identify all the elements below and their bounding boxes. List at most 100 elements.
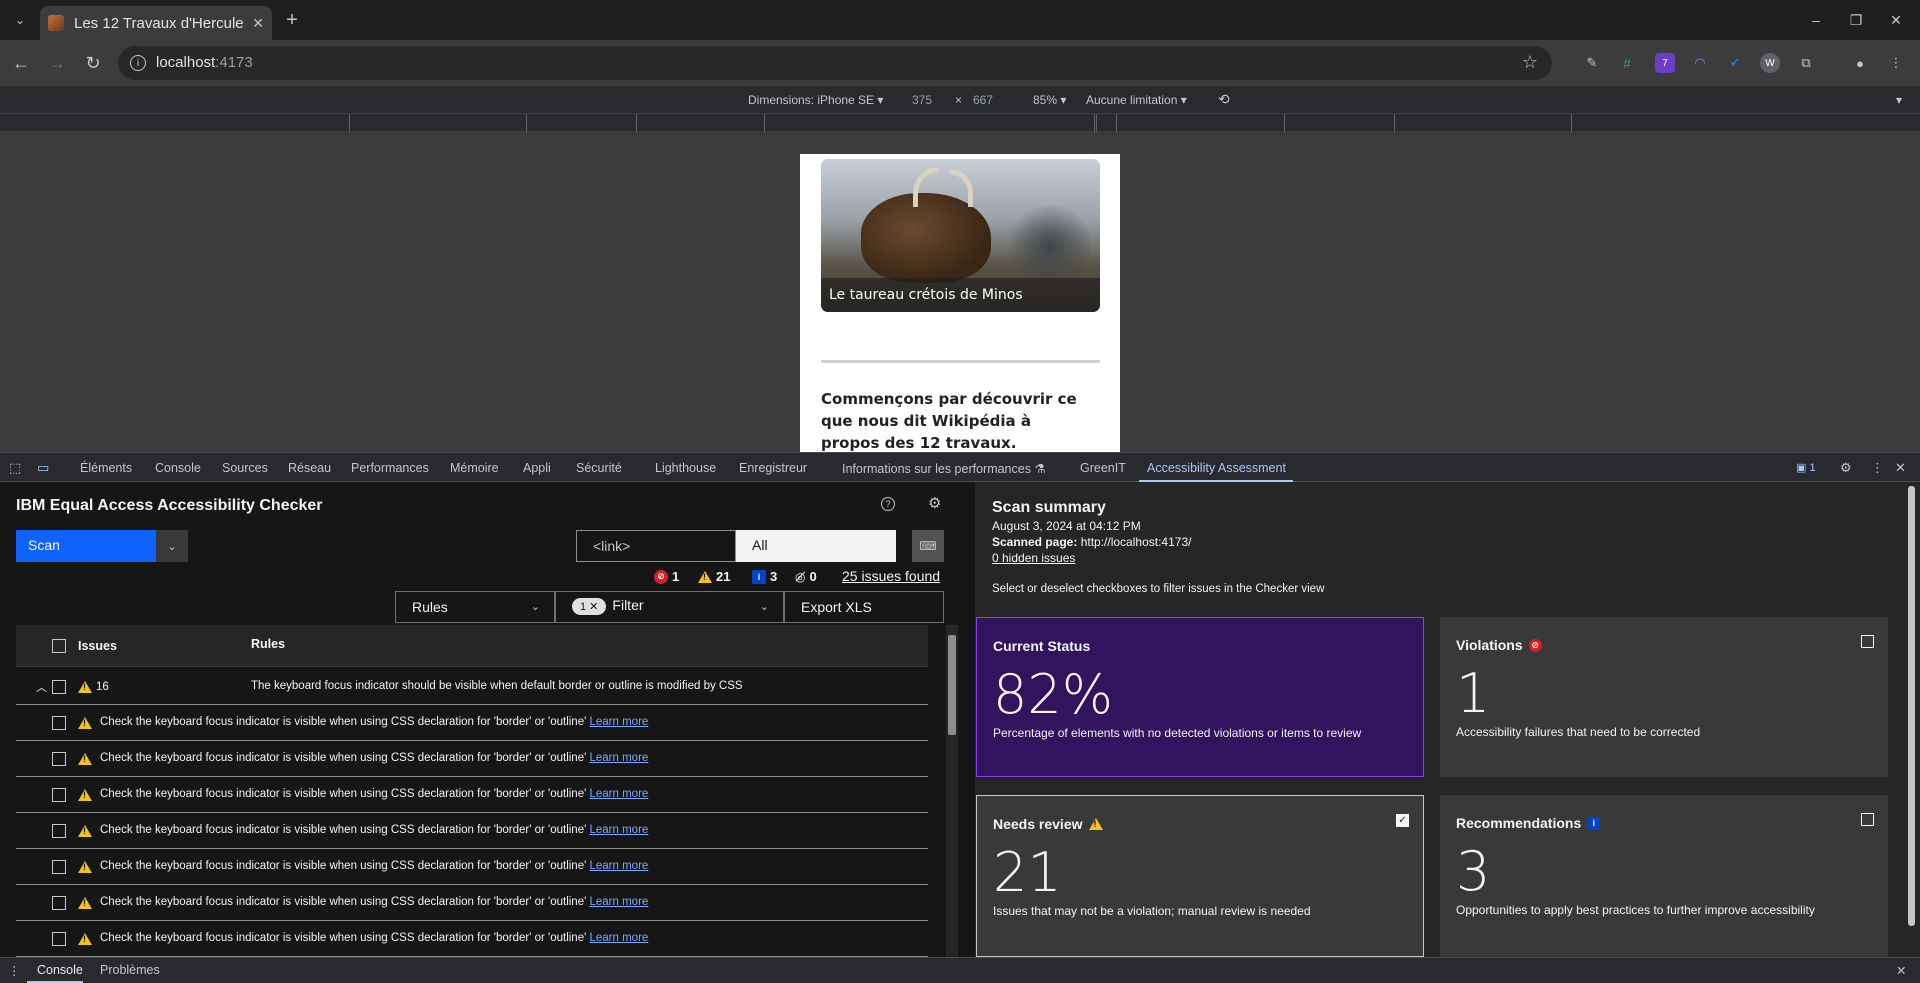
- rule-group-row[interactable]: ︿ 16 The keyboard focus indicator should…: [16, 669, 928, 705]
- table-row[interactable]: Check the keyboard focus indicator is vi…: [16, 813, 928, 849]
- table-row[interactable]: Check the keyboard focus indicator is vi…: [16, 777, 928, 813]
- hidden-issues-link[interactable]: 0 hidden issues: [992, 551, 1075, 565]
- scan-button[interactable]: Scan: [16, 530, 156, 562]
- group-checkbox[interactable]: [52, 680, 66, 694]
- tab-search-icon[interactable]: ⌄: [8, 8, 32, 32]
- tab-close-icon[interactable]: ✕: [252, 15, 264, 32]
- drawer-tab-problems[interactable]: Problèmes: [100, 963, 160, 977]
- reload-icon[interactable]: ↻: [80, 50, 106, 76]
- throttle-select[interactable]: Aucune limitation ▾: [1086, 93, 1187, 107]
- row-checkbox[interactable]: [52, 824, 66, 838]
- table-row[interactable]: Check the keyboard focus indicator is vi…: [16, 921, 928, 957]
- menu-kebab-icon[interactable]: ⋮: [1886, 53, 1906, 73]
- device-toolbar: Dimensions: iPhone SE ▾ 375 × 667 85% ▾ …: [0, 86, 1920, 114]
- w-extension-icon[interactable]: W: [1760, 53, 1780, 73]
- tab-elements[interactable]: Éléments: [80, 461, 132, 475]
- new-tab-button[interactable]: +: [280, 8, 304, 32]
- greenit-extension-icon[interactable]: #: [1617, 53, 1637, 73]
- keyboard-icon[interactable]: ⌨: [912, 530, 944, 562]
- export-xls-button[interactable]: Export XLS: [784, 591, 944, 623]
- address-bar[interactable]: i localhost:4173 ☆: [118, 46, 1552, 80]
- scope-select[interactable]: All: [736, 530, 896, 562]
- tab-lighthouse[interactable]: Lighthouse: [655, 461, 716, 475]
- height-input[interactable]: 667: [973, 93, 993, 107]
- row-checkbox[interactable]: [52, 896, 66, 910]
- summary-scrollbar[interactable]: [1905, 482, 1917, 957]
- tab-application[interactable]: Appli: [523, 461, 551, 475]
- drawer-close-icon[interactable]: ✕: [1896, 963, 1906, 978]
- zoom-select[interactable]: 85% ▾: [1033, 93, 1066, 107]
- tab-recorder[interactable]: Enregistreur: [739, 461, 807, 475]
- rotate-icon[interactable]: ⟲: [1218, 91, 1230, 108]
- scan-dropdown-chevron-icon[interactable]: ⌄: [156, 530, 188, 562]
- tab-performance[interactable]: Performances: [351, 461, 429, 475]
- browser-tab[interactable]: Les 12 Travaux d'Hercule ✕: [40, 6, 272, 40]
- restore-icon[interactable]: ❐: [1844, 8, 1868, 32]
- violations-checkbox[interactable]: [1861, 635, 1874, 648]
- table-header: Issues Rules: [16, 625, 928, 667]
- element-selector-field[interactable]: <link>: [576, 530, 736, 562]
- tab-title: Les 12 Travaux d'Hercule: [74, 14, 244, 32]
- badge-extension-icon[interactable]: 7: [1655, 53, 1675, 73]
- tab-accessibility-assessment[interactable]: Accessibility Assessment: [1147, 461, 1286, 475]
- devtools-settings-icon[interactable]: ⚙: [1840, 460, 1852, 476]
- table-row[interactable]: Check the keyboard focus indicator is vi…: [16, 885, 928, 921]
- needs-review-checkbox[interactable]: ✓: [1396, 814, 1409, 827]
- checkmark-extension-icon[interactable]: ✔: [1725, 53, 1745, 73]
- learn-more-link[interactable]: Learn more: [590, 860, 649, 872]
- row-checkbox[interactable]: [52, 860, 66, 874]
- back-icon[interactable]: ←: [8, 50, 34, 76]
- checker-settings-icon[interactable]: ⚙: [928, 494, 941, 512]
- profile-icon[interactable]: ●: [1850, 53, 1870, 73]
- row-checkbox[interactable]: [52, 716, 66, 730]
- learn-more-link[interactable]: Learn more: [590, 716, 649, 728]
- rules-view-select[interactable]: Rules ⌄: [395, 591, 555, 623]
- forward-icon[interactable]: →: [44, 50, 70, 76]
- devtools-menu-icon[interactable]: ⋮: [1871, 460, 1884, 476]
- hero-image: Le taureau crétois de Minos: [821, 159, 1100, 312]
- issues-scrollbar[interactable]: [946, 625, 958, 957]
- learn-more-link[interactable]: Learn more: [590, 896, 649, 908]
- close-window-icon[interactable]: ✕: [1884, 8, 1908, 32]
- learn-more-link[interactable]: Learn more: [590, 788, 649, 800]
- issues-found-link[interactable]: 25 issues found: [842, 568, 940, 584]
- device-select[interactable]: Dimensions: iPhone SE ▾: [748, 93, 883, 107]
- tab-performance-insights[interactable]: Informations sur les performances ⚗: [842, 461, 1046, 476]
- tab-memory[interactable]: Mémoire: [450, 461, 499, 475]
- tab-network[interactable]: Réseau: [288, 461, 331, 475]
- filter-select[interactable]: 1 ✕ Filter ⌄: [555, 591, 784, 623]
- device-menu-icon[interactable]: ▾: [1896, 93, 1902, 107]
- tab-console[interactable]: Console: [155, 461, 201, 475]
- wave-extension-icon[interactable]: ◠: [1690, 53, 1710, 73]
- scan-date: August 3, 2024 at 04:12 PM: [992, 519, 1141, 533]
- row-checkbox[interactable]: [52, 788, 66, 802]
- drawer-tab-console[interactable]: Console: [37, 963, 83, 977]
- inspect-element-icon[interactable]: ⬚: [9, 460, 21, 476]
- table-row[interactable]: Check the keyboard focus indicator is vi…: [16, 741, 928, 777]
- extensions-puzzle-icon[interactable]: ⧉: [1796, 53, 1816, 73]
- tab-sources[interactable]: Sources: [222, 461, 268, 475]
- devtools-close-icon[interactable]: ✕: [1895, 460, 1906, 476]
- issues-counter[interactable]: ▣ 1: [1796, 461, 1816, 474]
- site-info-icon[interactable]: i: [130, 55, 146, 71]
- learn-more-link[interactable]: Learn more: [590, 932, 649, 944]
- bookmark-star-icon[interactable]: ☆: [1522, 52, 1538, 73]
- recommendations-checkbox[interactable]: [1861, 813, 1874, 826]
- filter-count-pill[interactable]: 1 ✕: [572, 598, 607, 615]
- learn-more-link[interactable]: Learn more: [590, 752, 649, 764]
- drawer-menu-icon[interactable]: ⋮: [8, 963, 21, 978]
- help-icon[interactable]: ?: [881, 497, 895, 511]
- device-toggle-icon[interactable]: ▭: [37, 460, 49, 476]
- eyedropper-extension-icon[interactable]: ✎: [1582, 53, 1602, 73]
- row-checkbox[interactable]: [52, 752, 66, 766]
- learn-more-link[interactable]: Learn more: [590, 824, 649, 836]
- collapse-chevron-icon[interactable]: ︿: [36, 679, 47, 695]
- minimize-icon[interactable]: –: [1804, 8, 1828, 32]
- tab-security[interactable]: Sécurité: [576, 461, 622, 475]
- table-row[interactable]: Check the keyboard focus indicator is vi…: [16, 705, 928, 741]
- row-checkbox[interactable]: [52, 932, 66, 946]
- tab-greenit[interactable]: GreenIT: [1080, 461, 1126, 475]
- width-input[interactable]: 375: [912, 93, 932, 107]
- table-row[interactable]: Check the keyboard focus indicator is vi…: [16, 849, 928, 885]
- select-all-checkbox[interactable]: [52, 639, 66, 653]
